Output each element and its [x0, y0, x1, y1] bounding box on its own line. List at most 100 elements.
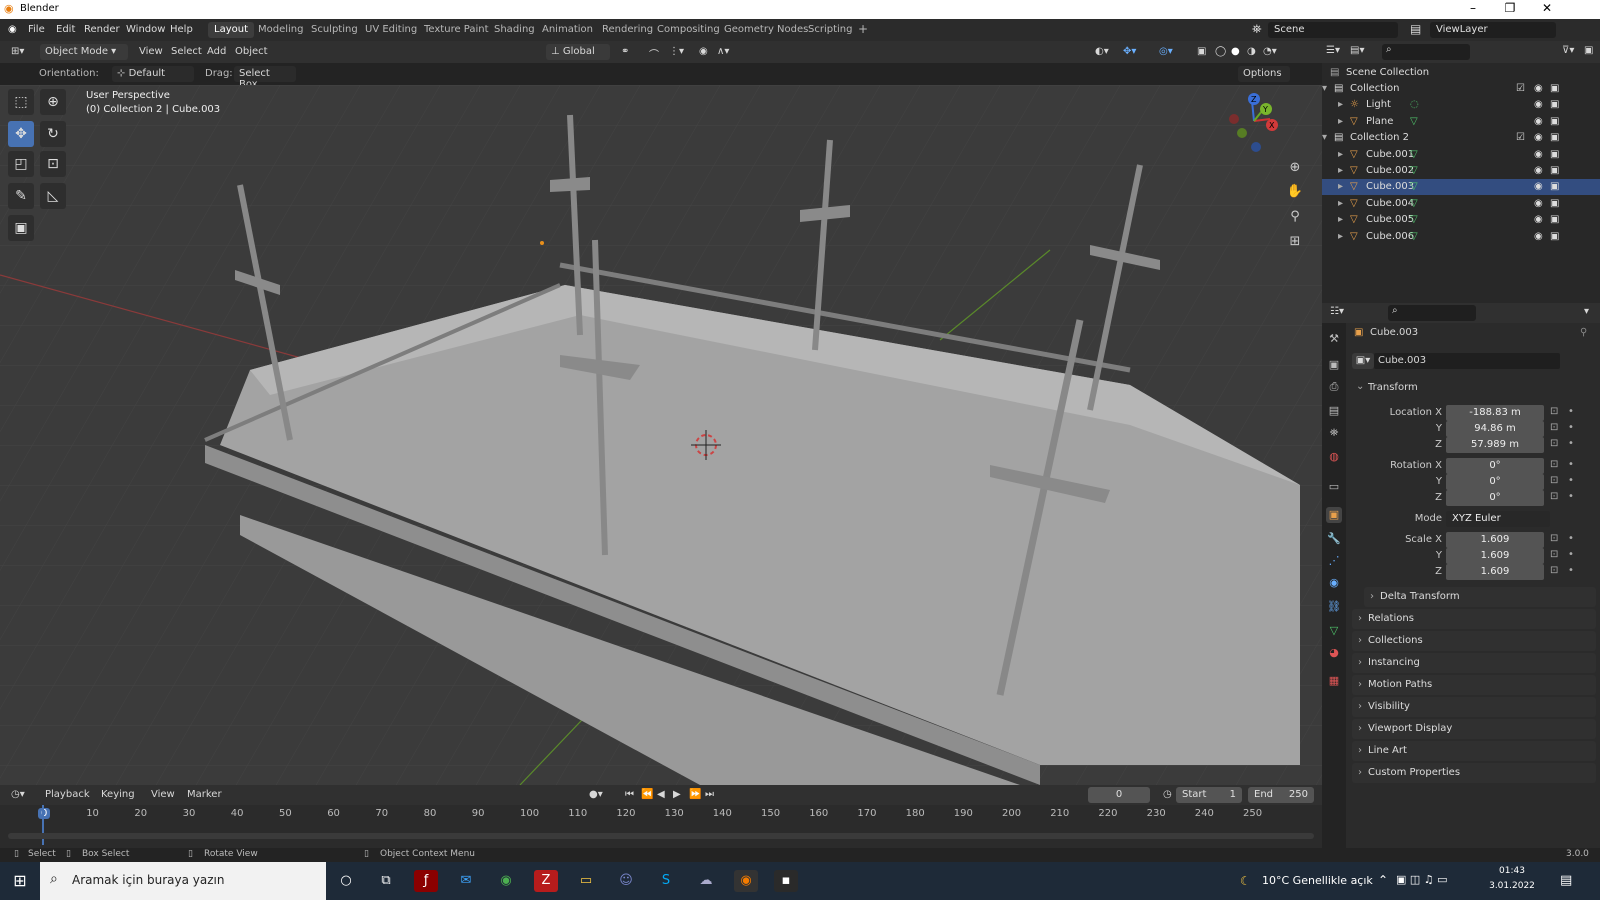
- windows-start-icon[interactable]: ⊞: [8, 870, 32, 892]
- visibility-eye-icon[interactable]: ◉: [1534, 165, 1543, 176]
- outliner-item-light[interactable]: ▸ ☼ Light ◌ ◉ ▣: [1322, 97, 1600, 113]
- expand-arrow-icon[interactable]: ▸: [1338, 198, 1343, 209]
- collection-tab-icon[interactable]: ▭: [1326, 479, 1342, 495]
- filezilla-server-icon[interactable]: ƒ: [414, 870, 438, 892]
- outliner-item-cube-002[interactable]: ▸ ▽ Cube.002 ▽ ◉ ▣: [1322, 163, 1600, 179]
- light-data-icon[interactable]: ◌: [1410, 99, 1419, 110]
- tab-sculpting[interactable]: Sculpting: [305, 22, 364, 38]
- keyframe-dot-icon[interactable]: •: [1568, 533, 1574, 544]
- playhead[interactable]: [42, 805, 44, 845]
- world-tab-icon[interactable]: ◍: [1326, 449, 1342, 465]
- outliner-item-collection-2[interactable]: ▾ ▤ Collection 2 ☑ ◉ ▣: [1322, 130, 1600, 146]
- properties-options-icon[interactable]: ▾: [1584, 306, 1589, 317]
- visibility-eye-icon[interactable]: ◉: [1534, 149, 1543, 160]
- expand-arrow-icon[interactable]: ▸: [1338, 149, 1343, 160]
- section-collections[interactable]: Collections: [1352, 631, 1596, 651]
- outliner-editor-icon[interactable]: ☰▾: [1326, 45, 1340, 56]
- tab-animation[interactable]: Animation: [536, 22, 599, 38]
- modifier-tab-icon[interactable]: 🔧: [1326, 531, 1342, 547]
- outliner-item-cube-004[interactable]: ▸ ▽ Cube.004 ▽ ◉ ▣: [1322, 196, 1600, 212]
- properties-search-input[interactable]: ⌕: [1388, 305, 1476, 321]
- new-collection-icon[interactable]: ▣: [1584, 45, 1593, 56]
- overlays-toggle-icon[interactable]: ◎▾: [1154, 44, 1178, 60]
- outliner-root-row[interactable]: ▤ Scene Collection: [1322, 65, 1600, 81]
- mesh-data-icon[interactable]: ▽: [1410, 214, 1418, 225]
- outliner-item-plane[interactable]: ▸ ▽ Plane ▽ ◉ ▣: [1322, 114, 1600, 130]
- exclude-checkbox[interactable]: ☑: [1516, 132, 1525, 143]
- menu-add[interactable]: Add: [202, 44, 231, 60]
- end-frame-field[interactable]: End 250: [1248, 787, 1314, 803]
- scale-x-field[interactable]: 1.609: [1446, 532, 1544, 548]
- constraints-tab-icon[interactable]: ⛓: [1326, 599, 1342, 615]
- pivot-icon[interactable]: ⚭: [616, 44, 634, 60]
- render-camera-icon[interactable]: ▣: [1550, 132, 1559, 143]
- mail-icon[interactable]: ✉: [454, 870, 478, 892]
- menu-playback[interactable]: Playback: [40, 787, 95, 803]
- outliner-item-cube-001[interactable]: ▸ ▽ Cube.001 ▽ ◉ ▣: [1322, 147, 1600, 163]
- blender-menu-icon[interactable]: ◉: [8, 24, 17, 35]
- render-camera-icon[interactable]: ▣: [1550, 149, 1559, 160]
- section-relations[interactable]: Relations: [1352, 609, 1596, 629]
- tab-uv-editing[interactable]: UV Editing: [359, 22, 423, 38]
- render-tab-icon[interactable]: ▣: [1326, 357, 1342, 373]
- editor-type-icon[interactable]: ⊞▾: [6, 44, 29, 60]
- tab-modeling[interactable]: Modeling: [252, 22, 310, 38]
- file-explorer-icon[interactable]: ▭: [574, 870, 598, 892]
- texture-tab-icon[interactable]: ▦: [1326, 673, 1342, 689]
- weather-text[interactable]: 10°C Genellikle açık: [1262, 874, 1373, 887]
- options-dropdown[interactable]: Options: [1238, 66, 1290, 82]
- tool-tab-icon[interactable]: ⚒: [1326, 331, 1342, 347]
- rendered-shading-icon[interactable]: ◔▾: [1258, 44, 1282, 60]
- mesh-data-icon[interactable]: ▽: [1410, 165, 1418, 176]
- render-camera-icon[interactable]: ▣: [1550, 116, 1559, 127]
- navigation-gizmo[interactable]: X Z Y: [1222, 91, 1292, 155]
- tab-scripting[interactable]: Scripting: [802, 22, 858, 38]
- render-camera-icon[interactable]: ▣: [1550, 99, 1559, 110]
- render-camera-icon[interactable]: ▣: [1550, 165, 1559, 176]
- render-camera-icon[interactable]: ▣: [1550, 198, 1559, 209]
- lock-icon[interactable]: ⊡: [1550, 549, 1558, 560]
- physics-tab-icon[interactable]: ◉: [1326, 575, 1342, 591]
- perspective-toggle-icon[interactable]: ⊞: [1284, 231, 1306, 253]
- keyframe-dot-icon[interactable]: •: [1568, 491, 1574, 502]
- pin-icon[interactable]: ⚲: [1580, 327, 1587, 338]
- keyframe-dot-icon[interactable]: •: [1568, 459, 1574, 470]
- output-tab-icon[interactable]: ⎙: [1326, 379, 1342, 395]
- outliner-item-cube-005[interactable]: ▸ ▽ Cube.005 ▽ ◉ ▣: [1322, 212, 1600, 228]
- current-frame-field[interactable]: 0: [1088, 787, 1150, 803]
- object-tab-icon[interactable]: ▣: [1326, 507, 1342, 523]
- camera-view-icon[interactable]: ⚲: [1284, 206, 1306, 228]
- menu-view[interactable]: View: [134, 44, 168, 60]
- keyframe-dot-icon[interactable]: •: [1568, 422, 1574, 433]
- particles-tab-icon[interactable]: ⋰: [1326, 553, 1342, 569]
- lock-icon[interactable]: ⊡: [1550, 475, 1558, 486]
- lock-icon[interactable]: ⊡: [1550, 422, 1558, 433]
- transform-orientation-dropdown[interactable]: ⊥ Global: [546, 44, 610, 60]
- timeline-editor-icon[interactable]: ◷▾: [6, 787, 30, 803]
- falloff-icon[interactable]: ∧▾: [712, 44, 734, 60]
- visibility-eye-icon[interactable]: ◉: [1534, 132, 1543, 143]
- menu-timeline-view[interactable]: View: [146, 787, 180, 803]
- pan-hand-icon[interactable]: ✋: [1284, 181, 1306, 203]
- proportional-edit-icon[interactable]: ◉: [694, 44, 713, 60]
- expand-arrow-icon[interactable]: ▾: [1322, 83, 1327, 94]
- visibility-icon[interactable]: ◐▾: [1090, 44, 1114, 60]
- tab-texture-paint[interactable]: Texture Paint: [418, 22, 495, 38]
- outliner-search-input[interactable]: ⌕: [1382, 44, 1470, 60]
- annotate-tool-icon[interactable]: ✎: [8, 183, 34, 209]
- add-cube-tool-icon[interactable]: ▣: [8, 215, 34, 241]
- properties-editor-icon[interactable]: ☷▾: [1330, 306, 1344, 317]
- section-instancing[interactable]: Instancing: [1352, 653, 1596, 673]
- outliner-item-cube-006[interactable]: ▸ ▽ Cube.006 ▽ ◉ ▣: [1322, 229, 1600, 245]
- section-line-art[interactable]: Line Art: [1352, 741, 1596, 761]
- chrome-icon[interactable]: ◉: [494, 870, 518, 892]
- timeline-ruler[interactable]: 0 10 20 30 40 50 60 70 80 90 100 110 120 130 140 150 160…: [0, 805, 1322, 825]
- lock-icon[interactable]: ⊡: [1550, 491, 1558, 502]
- keyframe-dot-icon[interactable]: •: [1568, 438, 1574, 449]
- expand-arrow-icon[interactable]: ▸: [1338, 231, 1343, 242]
- menu-object[interactable]: Object: [230, 44, 273, 60]
- rotation-y-field[interactable]: 0°: [1446, 474, 1544, 490]
- tab-geometry-nodes[interactable]: Geometry Nodes: [718, 22, 814, 38]
- scene-selector[interactable]: Scene: [1268, 22, 1398, 38]
- filter-icon[interactable]: ⊽▾: [1562, 45, 1574, 56]
